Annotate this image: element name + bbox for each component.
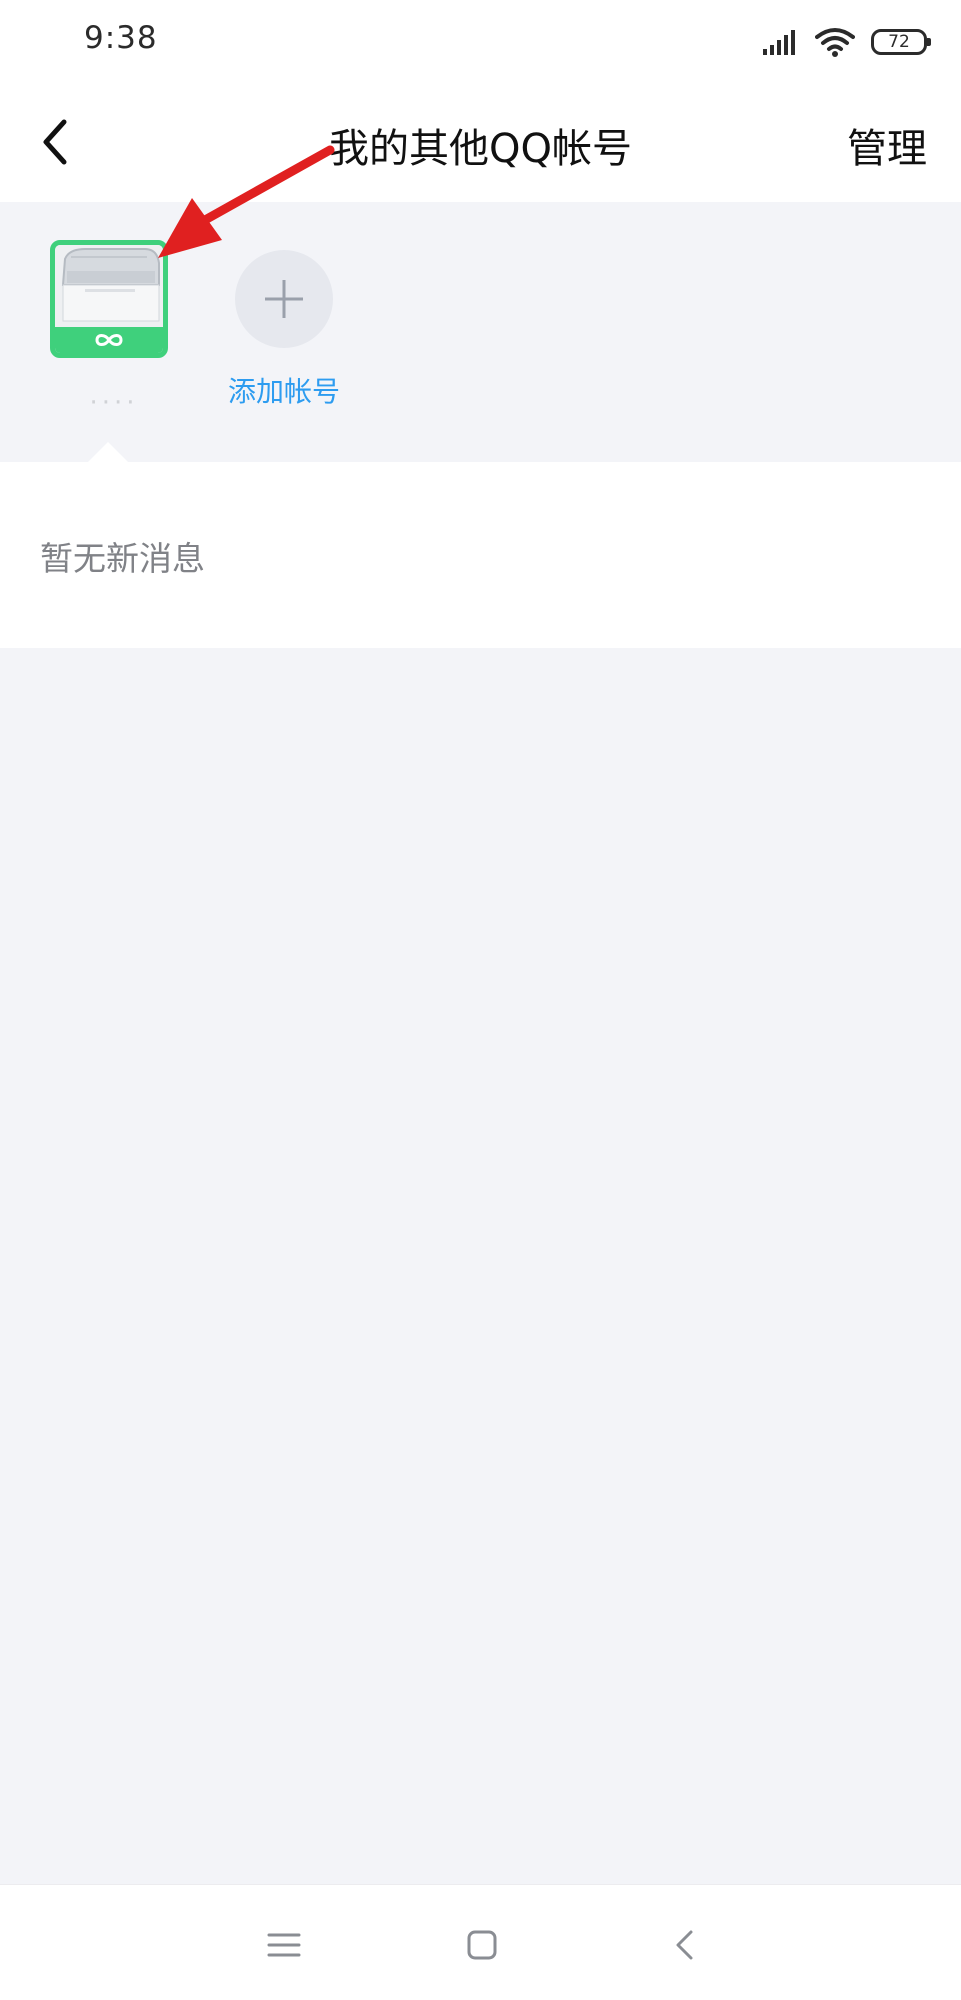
status-bar: 9:38 72 bbox=[0, 0, 961, 88]
infinity-icon bbox=[95, 334, 123, 346]
freezer-photo-avatar bbox=[55, 245, 163, 327]
home-button[interactable] bbox=[452, 1915, 512, 1975]
signal-icon bbox=[763, 30, 795, 55]
manage-button[interactable]: 管理 bbox=[847, 116, 927, 174]
nav-bar: 我的其他QQ帐号 管理 bbox=[0, 88, 961, 202]
account-name: ···· bbox=[89, 388, 139, 418]
plus-icon bbox=[235, 250, 333, 348]
home-icon bbox=[467, 1930, 497, 1960]
page-title: 我的其他QQ帐号 bbox=[0, 116, 961, 174]
page-title-text: 我的其他QQ帐号 bbox=[329, 126, 632, 172]
back-icon bbox=[676, 1930, 693, 1960]
menu-button[interactable] bbox=[254, 1915, 314, 1975]
status-icons: 72 bbox=[763, 26, 931, 58]
messages-panel: 暂无新消息 bbox=[0, 462, 961, 648]
avatar-status-bar bbox=[55, 327, 163, 353]
empty-message-text: 暂无新消息 bbox=[40, 539, 205, 578]
status-time: 9:38 bbox=[84, 20, 158, 56]
accounts-strip: ···· 添加帐号 bbox=[0, 202, 961, 462]
wifi-icon bbox=[815, 28, 855, 57]
add-account-button[interactable]: 添加帐号 bbox=[224, 240, 344, 410]
system-back-button[interactable] bbox=[654, 1915, 714, 1975]
battery-level: 72 bbox=[888, 32, 910, 52]
screen: 9:38 72 我的其他QQ帐号 管理 ···· 添加帐号 暂无新消息 bbox=[0, 0, 961, 2000]
system-nav-bar bbox=[0, 1884, 961, 2000]
selected-pointer bbox=[88, 442, 128, 462]
battery-icon: 72 bbox=[871, 29, 931, 55]
add-account-label: 添加帐号 bbox=[227, 375, 340, 408]
menu-icon bbox=[267, 1933, 301, 1957]
current-account-avatar[interactable] bbox=[50, 240, 168, 358]
